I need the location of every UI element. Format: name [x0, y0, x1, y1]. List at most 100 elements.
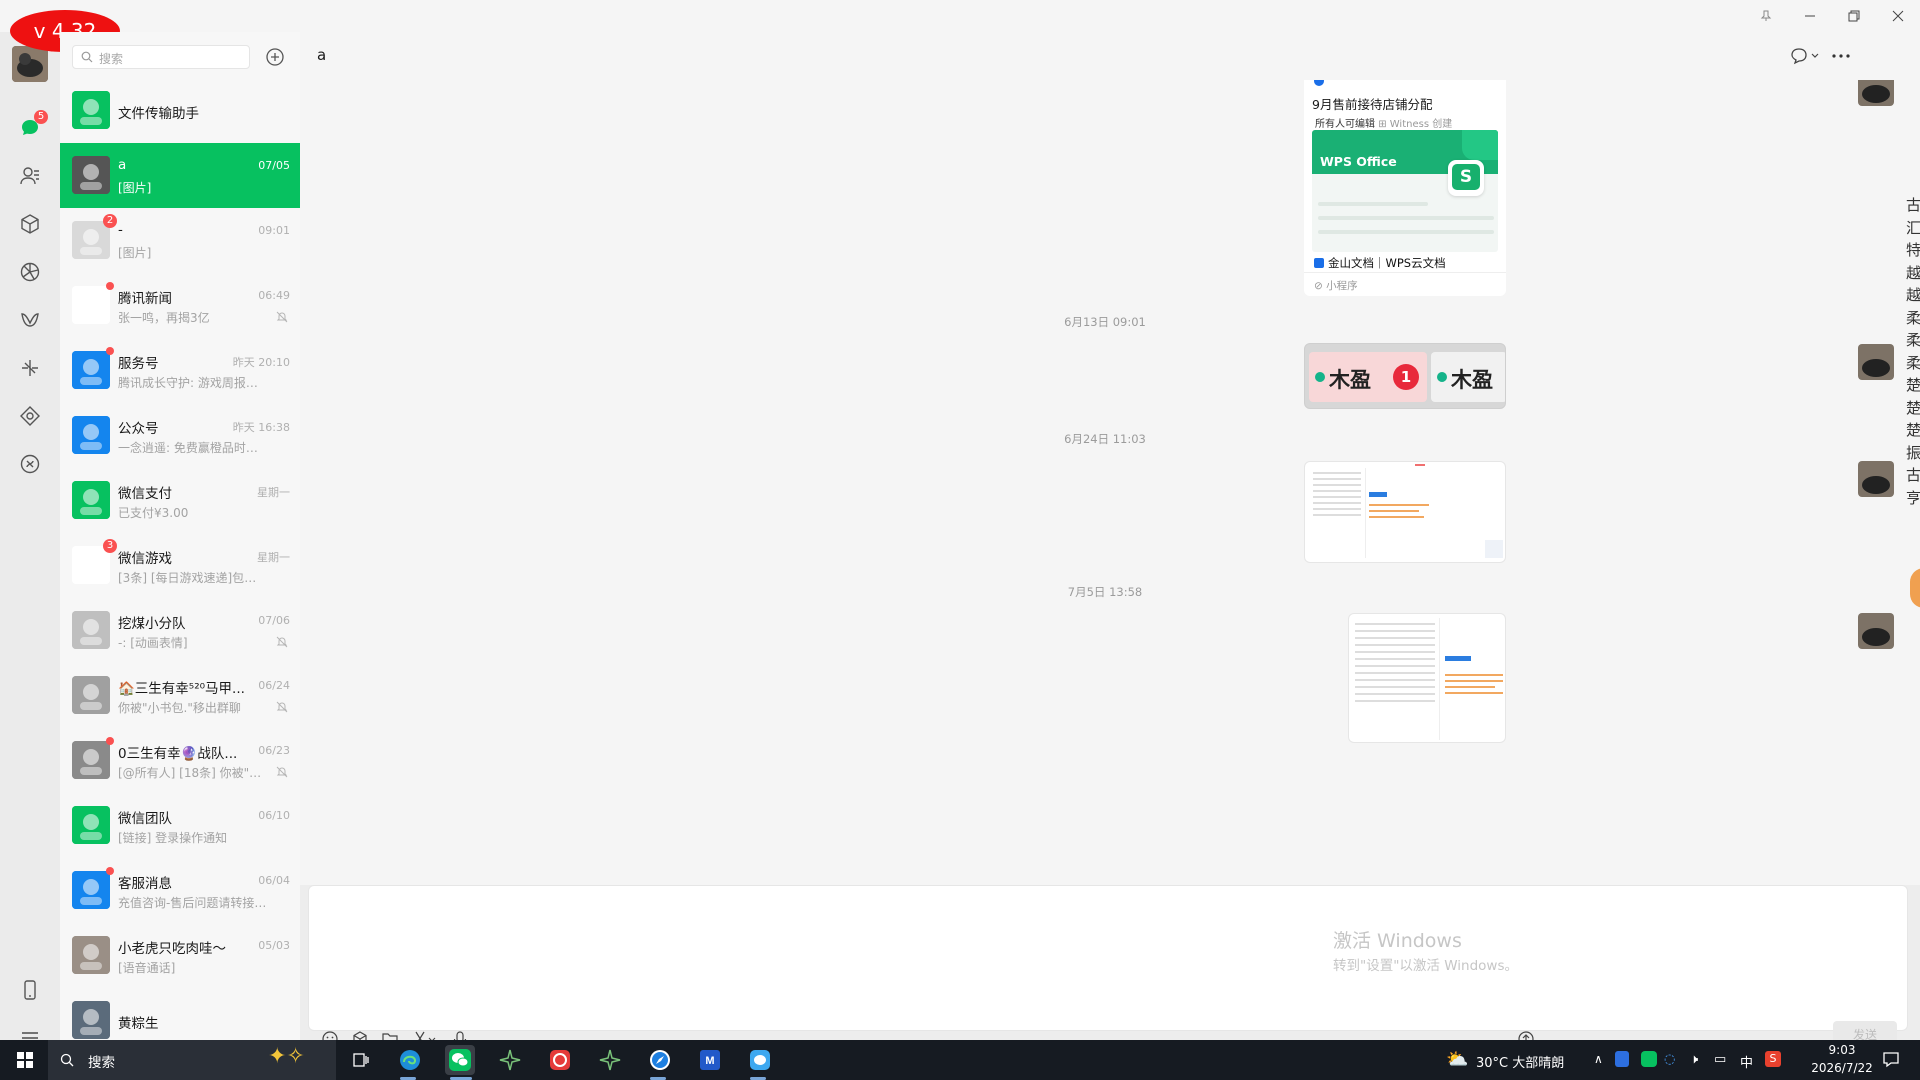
minimize-button[interactable] — [1788, 0, 1832, 32]
channels-icon[interactable] — [16, 306, 44, 334]
tray-sync-icon[interactable]: ◌ — [1664, 1052, 1675, 1067]
tray-wechat-icon[interactable] — [1641, 1051, 1657, 1067]
card-meta-edit: 所有人可编辑 — [1315, 119, 1375, 130]
chat-list-item[interactable]: 客服消息 06/04 充值咨询-售后问题请转接售后... — [60, 858, 300, 923]
search-placeholder: 搜索 — [99, 52, 124, 66]
chat-last-message: [图片] — [118, 246, 152, 260]
tray-network-icon[interactable]: ▭ — [1714, 1052, 1726, 1067]
app-star-2-icon[interactable] — [595, 1045, 625, 1075]
card-preview: WPS Office S — [1312, 130, 1498, 252]
chat-name: 客服消息 — [118, 876, 172, 892]
search-icon — [60, 1053, 74, 1067]
chat-avatar — [72, 546, 110, 584]
screenshot-image-message[interactable] — [1304, 461, 1506, 563]
message-avatar[interactable] — [1858, 80, 1894, 106]
windows-start-icon[interactable] — [10, 1045, 40, 1075]
user-avatar[interactable] — [12, 46, 48, 82]
app-m-icon[interactable]: M — [695, 1045, 725, 1075]
chat-list-item[interactable]: 挖煤小分队 07/06 -: [动画表情] — [60, 598, 300, 663]
chat-avatar — [72, 156, 110, 194]
sparkle-icon: ✦✧ — [268, 1044, 305, 1069]
card-source-text: 金山文档｜WPS云文档 — [1328, 256, 1446, 270]
search-icon — [81, 51, 93, 63]
app-compass-icon[interactable] — [645, 1045, 675, 1075]
phone-icon[interactable] — [16, 976, 44, 1004]
chat-list-item[interactable]: 微信支付 星期一 已支付¥3.00 — [60, 468, 300, 533]
chat-name: 腾讯新闻 — [118, 291, 172, 307]
clipped-char: 亨 — [1906, 488, 1920, 507]
task-view-icon[interactable] — [346, 1045, 376, 1075]
chat-avatar — [72, 936, 110, 974]
tray-sogou-icon[interactable]: S — [1765, 1051, 1781, 1067]
chat-name: 微信游戏 — [118, 551, 172, 567]
chat-last-message: [链接] 登录操作通知 — [118, 831, 228, 845]
chat-list-item[interactable]: a 07/05 [图片] — [60, 143, 300, 208]
clock-time[interactable]: 9:03 — [1806, 1043, 1878, 1057]
chat-list-item[interactable]: 服务号 昨天 20:10 腾讯成长守护: 游戏周报生成... — [60, 338, 300, 403]
notification-icon[interactable] — [1882, 1050, 1900, 1072]
wps-banner-label: WPS Office — [1320, 154, 1397, 169]
screenshot-image-message[interactable] — [1348, 613, 1506, 743]
chat-list-item[interactable]: 🏠三生有幸⁵²⁰马甲... 06/24 你被"小书包."移出群聊 — [60, 663, 300, 728]
taskbar-search[interactable]: 搜索 ✦✧ — [48, 1040, 336, 1080]
chat-list-item[interactable]: 黄粽生 — [60, 988, 300, 1040]
chat-list-item[interactable]: 2- 09:01 [图片] — [60, 208, 300, 273]
message-avatar[interactable] — [1858, 613, 1894, 649]
app-red-icon[interactable] — [545, 1045, 575, 1075]
mini-program-icon[interactable] — [16, 402, 44, 430]
message-avatar[interactable] — [1858, 344, 1894, 380]
chat-name: 微信团队 — [118, 811, 172, 827]
weather-icon[interactable]: ⛅ — [1446, 1049, 1468, 1070]
chat-list-item[interactable]: 微信团队 06/10 [链接] 登录操作通知 — [60, 793, 300, 858]
add-button[interactable] — [264, 46, 286, 68]
search-input[interactable]: 搜索 — [72, 45, 250, 69]
ime-indicator[interactable]: 中 — [1740, 1052, 1753, 1071]
search-feature-icon[interactable] — [16, 354, 44, 382]
moments-icon[interactable] — [16, 258, 44, 286]
app-star-icon[interactable] — [495, 1045, 525, 1075]
chat-list-item[interactable]: 公众号 昨天 16:38 一念逍遥: 免费赢橙品时装机... — [60, 403, 300, 468]
chat-icon[interactable]: 5 — [16, 110, 48, 142]
mini-program-card[interactable]: 9月售前接待店铺分配 所有人可编辑 ⊞ Witness 创建 WPS Offic… — [1304, 80, 1506, 296]
app-chat-blue-icon[interactable] — [745, 1045, 775, 1075]
maximize-button[interactable] — [1832, 0, 1876, 32]
chat-avatar — [72, 481, 110, 519]
clipped-char: 振 — [1906, 443, 1920, 462]
chat-list-item[interactable]: 腾讯新闻 06:49 张一鸣，再揭3亿 — [60, 273, 300, 338]
chat-list-item[interactable]: 3微信游戏 星期一 [3条] [每日游戏速递]包上头的... — [60, 533, 300, 598]
chat-mode-button[interactable] — [1790, 46, 1822, 66]
tray-expand-icon[interactable]: ∧ — [1594, 1052, 1603, 1066]
contacts-icon[interactable] — [16, 162, 44, 190]
pin-icon[interactable] — [1744, 0, 1788, 32]
weather-text[interactable]: 30°C 大部晴朗 — [1476, 1052, 1564, 1071]
unread-dot — [106, 347, 114, 355]
chat-list-item[interactable]: 小老虎只吃肉哇～ 05/03 [语音通话] — [60, 923, 300, 988]
clock-date[interactable]: 2026/7/22 — [1796, 1061, 1888, 1075]
more-button[interactable] — [1830, 46, 1852, 66]
chat-list-item[interactable]: 文件传输助手 — [60, 78, 300, 143]
favorites-icon[interactable] — [16, 210, 44, 238]
chat-avatar — [72, 286, 110, 324]
chat-last-message: 一念逍遥: 免费赢橙品时装机... — [118, 441, 268, 455]
message-avatar[interactable] — [1858, 461, 1894, 497]
tray-volume-icon[interactable]: 🕨 — [1690, 1052, 1698, 1067]
close-button[interactable] — [1876, 0, 1920, 32]
chat-time: 星期一 — [257, 486, 290, 499]
chat-avatar — [72, 871, 110, 909]
chat-name: 公众号 — [118, 421, 159, 437]
chat-name: 微信支付 — [118, 486, 172, 502]
edge-icon[interactable] — [395, 1045, 425, 1075]
message-list[interactable]: 9月售前接待店铺分配 所有人可编辑 ⊞ Witness 创建 WPS Offic… — [300, 80, 1920, 885]
more-icon — [1832, 54, 1850, 58]
chat-time: 06/23 — [258, 744, 290, 757]
message-input[interactable]: 激活 Windows 转到"设置"以激活 Windows。 发送 — [308, 885, 1908, 1047]
chat-name: 🏠三生有幸⁵²⁰马甲... — [118, 681, 245, 697]
image-message[interactable]: 木盈 1 木盈 — [1304, 343, 1506, 409]
chat-name: 文件传输助手 — [118, 106, 199, 122]
chat-time: 09:01 — [258, 224, 290, 237]
chat-list-item[interactable]: 0三生有幸🔮战队... 06/23 [@所有人] [18条] 你被"Ac... — [60, 728, 300, 793]
apps-icon[interactable] — [16, 450, 44, 478]
tray-shield-icon[interactable] — [1615, 1051, 1629, 1067]
clipped-char: 越 — [1906, 286, 1920, 304]
wechat-taskbar-icon[interactable] — [445, 1045, 475, 1075]
